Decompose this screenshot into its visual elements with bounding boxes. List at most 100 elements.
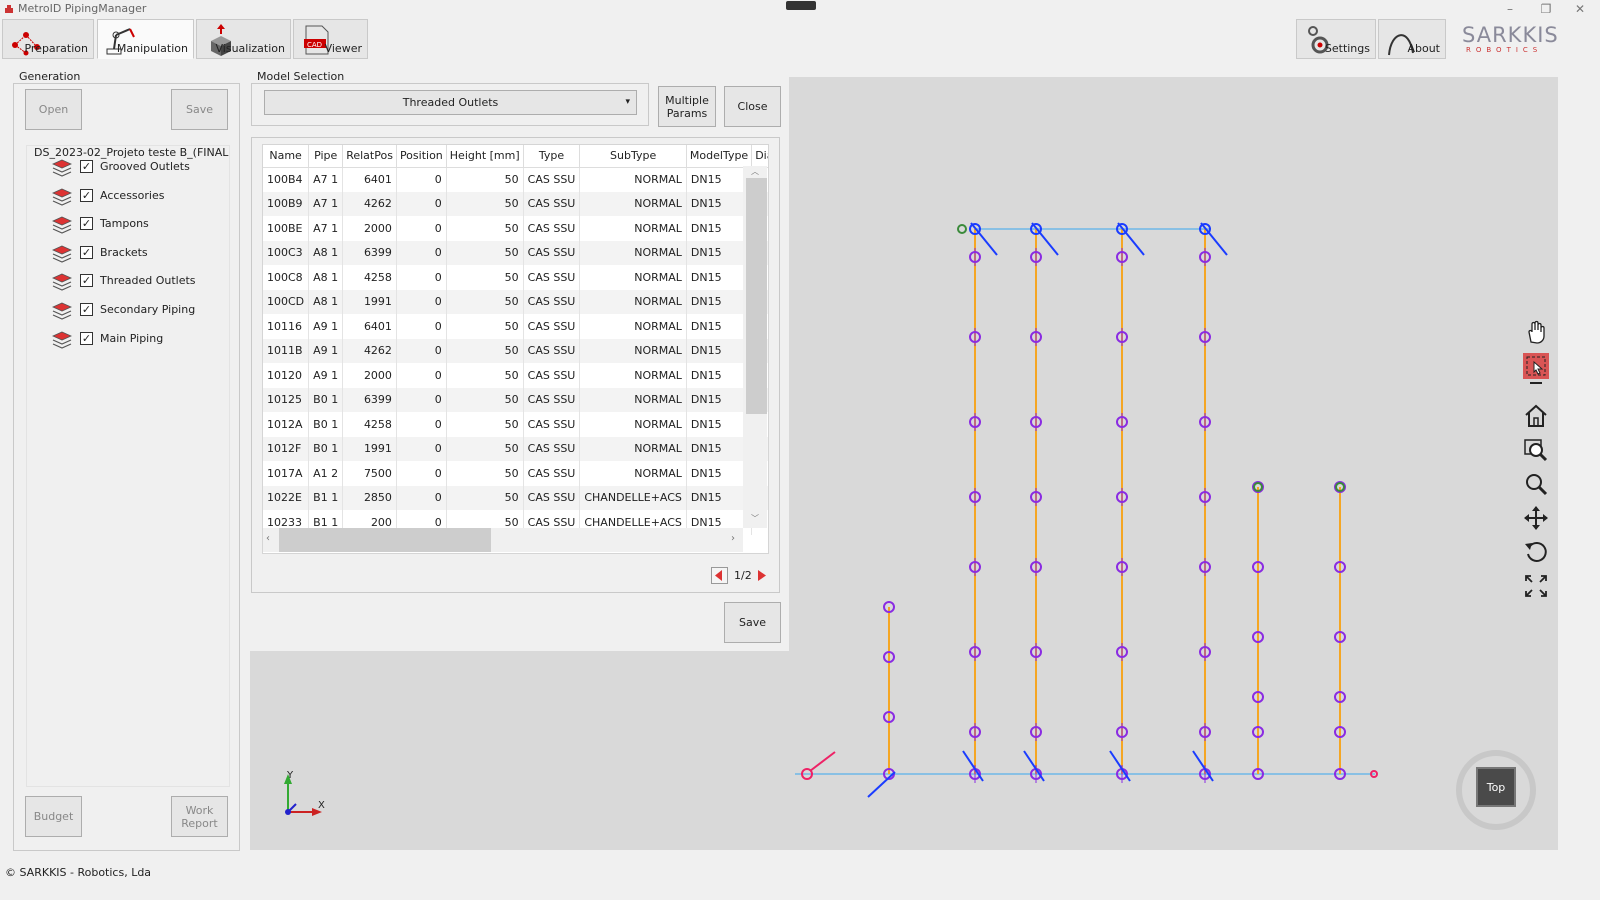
checkbox[interactable]: ✓ (80, 160, 93, 173)
table-cell: 0 (396, 338, 447, 363)
table-horizontal-scrollbar[interactable]: ‹ › (263, 528, 743, 552)
brand-sub: ROBOTICS (1466, 46, 1543, 54)
column-header[interactable]: Name (263, 145, 310, 168)
previous-page-icon[interactable] (711, 567, 728, 584)
next-page-icon[interactable] (754, 567, 771, 584)
fit-icon[interactable] (1522, 572, 1550, 600)
rotate-icon[interactable] (1522, 538, 1550, 566)
checkbox[interactable]: ✓ (80, 188, 93, 202)
column-header[interactable]: Type (523, 145, 581, 168)
elbow-fitting (1192, 750, 1214, 782)
scroll-down-icon[interactable]: ﹀ (751, 513, 759, 524)
table-row[interactable]: 100C8 A8 1 4258 0 50 CAS SSU NORMAL DN15 (263, 265, 768, 290)
column-header[interactable]: Diam (751, 145, 768, 168)
close-button[interactable]: Close (724, 86, 781, 127)
scroll-right-icon[interactable]: › (731, 533, 735, 544)
table-row[interactable]: 100CD A8 1 1991 0 50 CAS SSU NORMAL DN15 (263, 289, 768, 314)
tab-settings[interactable]: Settings (1296, 19, 1376, 59)
box-select-icon[interactable] (1522, 352, 1550, 380)
table-cell: DN15 (686, 363, 753, 388)
column-header[interactable]: SubType (579, 145, 687, 168)
column-header[interactable]: Pipe (308, 145, 344, 168)
table-row[interactable]: 100C3 A8 1 6399 0 50 CAS SSU NORMAL DN15 (263, 240, 768, 265)
tab-visualization[interactable]: Visualization (196, 19, 291, 59)
hand-icon[interactable] (1522, 318, 1550, 346)
table-row[interactable]: 1017A A1 2 7500 0 50 CAS SSU NORMAL DN15 (263, 461, 768, 486)
table-cell: 0 (396, 191, 447, 216)
tree-item[interactable]: ✓ Main Piping (52, 329, 222, 351)
column-header[interactable]: ModelType (686, 145, 753, 168)
tree-item[interactable]: ✓ Threaded Outlets (52, 271, 222, 293)
table-row[interactable]: 10125 B0 1 6399 0 50 CAS SSU NORMAL DN15 (263, 387, 768, 412)
table-cell: 4262 (342, 338, 397, 363)
axis-y-label: Y (286, 770, 294, 781)
table-row[interactable]: 10120 A9 1 2000 0 50 CAS SSU NORMAL DN15 (263, 363, 768, 388)
generation-save-button[interactable]: Save (171, 89, 228, 130)
table-cell: A9 1 (308, 314, 344, 339)
table-vertical-scrollbar[interactable]: ︿ ﹀ (743, 166, 767, 528)
zoom-window-icon[interactable] (1522, 436, 1550, 464)
table-row[interactable]: 10116 A9 1 6401 0 50 CAS SSU NORMAL DN15 (263, 314, 768, 339)
work-report-button[interactable]: Work Report (171, 796, 228, 837)
column-header[interactable]: Position (396, 145, 447, 168)
column-header[interactable]: RelatPos (342, 145, 397, 168)
model-type-select[interactable]: Threaded Outlets ▾ (264, 90, 637, 115)
scroll-left-icon[interactable]: ‹ (266, 533, 270, 544)
scroll-thumb[interactable] (746, 178, 767, 414)
table-cell: 0 (396, 461, 447, 486)
tree-item[interactable]: ✓ Brackets (52, 243, 222, 265)
minimize-icon[interactable]: – (1492, 0, 1528, 18)
table-cell: A7 1 (308, 191, 344, 216)
table-row[interactable]: 100B4 A7 1 6401 0 50 CAS SSU NORMAL DN15 (263, 167, 768, 192)
table-row[interactable]: 100B9 A7 1 4262 0 50 CAS SSU NORMAL DN15 (263, 191, 768, 216)
budget-button[interactable]: Budget (25, 796, 82, 837)
layers-icon (52, 188, 72, 206)
restore-icon[interactable]: ❐ (1528, 0, 1564, 18)
open-button[interactable]: Open (25, 89, 82, 130)
multiple-params-button[interactable]: Multiple Params (658, 86, 716, 127)
layers-icon (52, 159, 72, 177)
checkbox[interactable]: ✓ (80, 245, 93, 259)
tab-preparation[interactable]: Preparation (2, 19, 94, 59)
tree-item[interactable]: ✓ Accessories (52, 186, 222, 208)
zoom-icon[interactable] (1522, 470, 1550, 498)
table-cell: 0 (396, 289, 447, 314)
table-cell: NORMAL (579, 387, 687, 412)
axis-triad: Y X (284, 770, 325, 816)
table-row[interactable]: 1011B A9 1 4262 0 50 CAS SSU NORMAL DN15 (263, 338, 768, 363)
table-cell: A7 1 (308, 167, 344, 192)
window-drag-handle[interactable] (786, 1, 816, 10)
table-cell: CAS SSU (523, 485, 581, 510)
tree-item[interactable]: ✓ Grooved Outlets (52, 157, 222, 179)
tab-about[interactable]: About (1378, 19, 1446, 59)
tree-item[interactable]: ✓ Tampons (52, 214, 222, 236)
view-cube[interactable]: Top (1456, 750, 1536, 830)
table-cell: 0 (396, 387, 447, 412)
column-header[interactable]: Height [mm] (446, 145, 524, 168)
table-cell: 4258 (342, 265, 397, 290)
table-save-button[interactable]: Save (724, 602, 781, 643)
pan-icon[interactable] (1522, 504, 1550, 532)
tree-item[interactable]: ✓ Secondary Piping (52, 300, 222, 322)
table-row[interactable]: 1022E B1 1 2850 0 50 CAS SSU CHANDELLE+ACS DN15 (263, 485, 768, 510)
elbow-fitting (962, 750, 984, 782)
table-cell: 100B4 (263, 167, 310, 192)
table-row[interactable]: 100BE A7 1 2000 0 50 CAS SSU NORMAL DN15 (263, 216, 768, 241)
scroll-thumb[interactable] (279, 528, 491, 552)
tab-manipulation[interactable]: Manipulation (97, 19, 194, 59)
layers-icon (52, 216, 72, 234)
table-cell: A1 2 (308, 461, 344, 486)
checkbox[interactable]: ✓ (80, 274, 93, 288)
close-window-icon[interactable]: ✕ (1562, 0, 1598, 18)
table-row[interactable]: 1012A B0 1 4258 0 50 CAS SSU NORMAL DN15 (263, 412, 768, 437)
tab-viewer[interactable]: CAD Viewer (293, 19, 368, 59)
scroll-up-icon[interactable]: ︿ (751, 166, 759, 177)
outlets-table[interactable]: Name Pipe RelatPos Position Height [mm] Type S… (262, 144, 769, 554)
checkbox[interactable]: ✓ (80, 217, 93, 231)
checkbox[interactable]: ✓ (80, 331, 93, 345)
table-row[interactable]: 1012F B0 1 1991 0 50 CAS SSU NORMAL DN15 (263, 436, 768, 461)
view-cube-top-face[interactable]: Top (1476, 767, 1516, 807)
home-icon[interactable] (1522, 402, 1550, 430)
checkbox[interactable]: ✓ (80, 303, 93, 316)
table-cell: 0 (396, 314, 447, 339)
